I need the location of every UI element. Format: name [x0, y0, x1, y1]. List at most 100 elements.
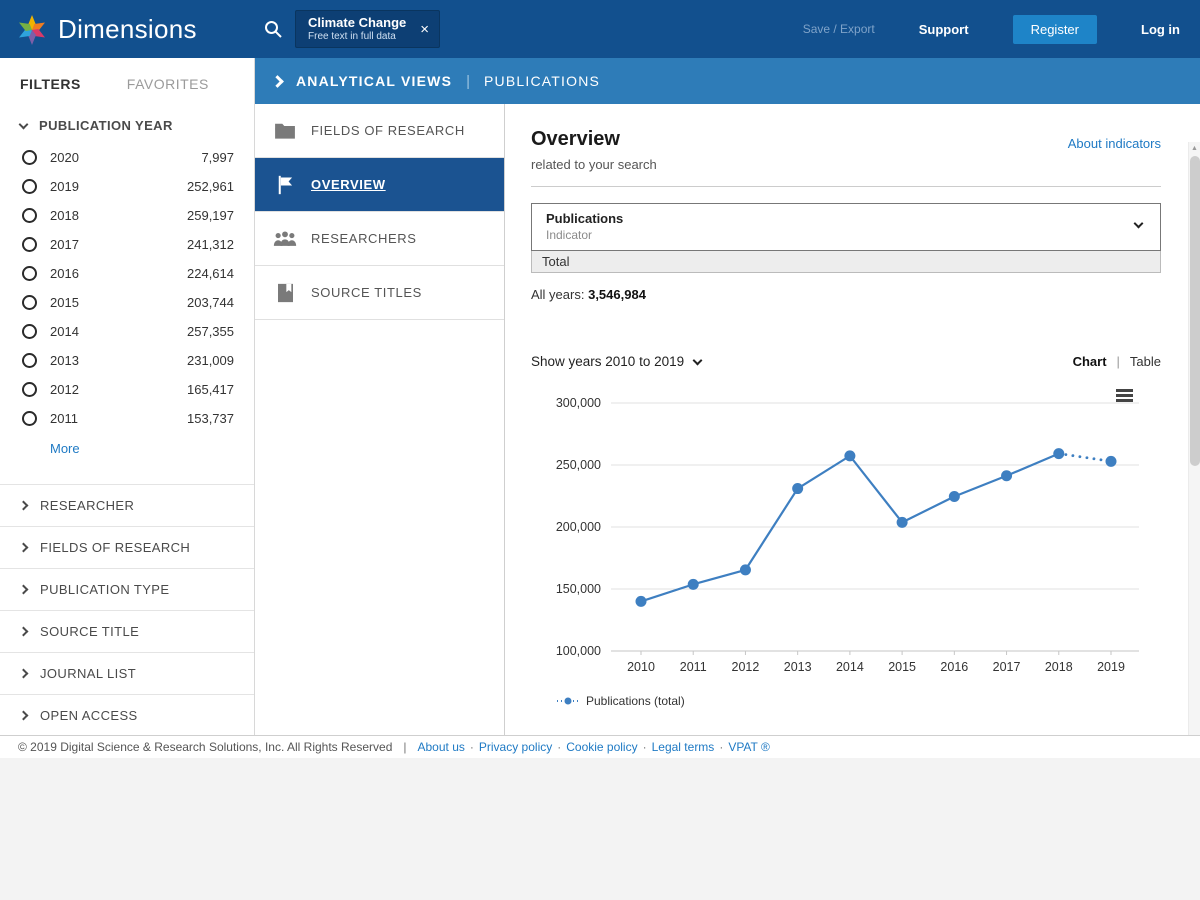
flag-icon	[273, 175, 297, 195]
filter-year-row[interactable]: 2015 203,744	[0, 288, 254, 317]
filter-year-row[interactable]: 2012 165,417	[0, 375, 254, 404]
radio-button-icon[interactable]	[22, 353, 37, 368]
radio-button-icon[interactable]	[22, 179, 37, 194]
brand[interactable]: Dimensions	[0, 11, 255, 47]
publication-year-list: 2020 7,997 2019 252,961 2018 259,197 2017 241,3…	[0, 143, 254, 433]
filter-year-row[interactable]: 2016 224,614	[0, 259, 254, 288]
chevron-down-icon	[692, 355, 703, 365]
indicator-dropdown[interactable]: Publications Indicator	[531, 203, 1161, 251]
filter-section-researcher[interactable]: RESEARCHER	[0, 484, 254, 526]
support-link[interactable]: Support	[919, 22, 969, 37]
year-label: 2014	[50, 324, 79, 339]
svg-text:2019: 2019	[1097, 660, 1125, 674]
toggle-table[interactable]: Table	[1130, 354, 1161, 369]
year-count: 153,737	[187, 411, 234, 426]
tab-favorites[interactable]: FAVORITES	[127, 76, 209, 92]
year-count: 257,355	[187, 324, 234, 339]
views-nav-item-overview[interactable]: OVERVIEW	[255, 158, 504, 212]
tab-filters[interactable]: FILTERS	[20, 76, 81, 92]
scroll-up-arrow[interactable]: ▲	[1189, 142, 1200, 152]
year-label: 2011	[50, 411, 78, 426]
year-count: 241,312	[187, 237, 234, 252]
filter-sections: RESEARCHER FIELDS OF RESEARCH PUBLICATION …	[0, 484, 254, 736]
filter-year-row[interactable]: 2014 257,355	[0, 317, 254, 346]
legend-label: Publications (total)	[586, 694, 685, 708]
filter-year-row[interactable]: 2019 252,961	[0, 172, 254, 201]
radio-button-icon[interactable]	[22, 266, 37, 281]
filters-sidebar: FILTERS FAVORITES PUBLICATION YEAR 2020 7…	[0, 58, 255, 735]
login-link[interactable]: Log in	[1141, 22, 1180, 37]
year-count: 165,417	[187, 382, 234, 397]
book-icon	[273, 283, 297, 303]
filter-year-row[interactable]: 2013 231,009	[0, 346, 254, 375]
search-filter-chip[interactable]: Climate Change Free text in full data ×	[295, 9, 441, 49]
filter-year-row[interactable]: 2020 7,997	[0, 143, 254, 172]
chevron-right-icon	[18, 500, 29, 511]
toggle-chart[interactable]: Chart	[1073, 354, 1107, 369]
register-button[interactable]: Register	[1012, 14, 1097, 44]
svg-text:2013: 2013	[784, 660, 812, 674]
show-years-dropdown[interactable]: Show years 2010 to 2019	[531, 354, 703, 369]
chevron-right-icon[interactable]	[271, 74, 284, 88]
views-nav-item-fields-of-research[interactable]: FIELDS OF RESEARCH	[255, 104, 504, 158]
chevron-right-icon	[18, 710, 29, 721]
publications-subtitle[interactable]: PUBLICATIONS	[484, 73, 600, 89]
year-label: 2015	[50, 295, 79, 310]
footer-link-vpat-[interactable]: VPAT ®	[728, 740, 770, 754]
radio-button-icon[interactable]	[22, 150, 37, 165]
radio-button-icon[interactable]	[22, 411, 37, 426]
filter-section-fields-of-research[interactable]: FIELDS OF RESEARCH	[0, 526, 254, 568]
chevron-right-icon	[18, 584, 29, 595]
save-export-link[interactable]: Save / Export	[803, 22, 875, 36]
svg-text:2016: 2016	[940, 660, 968, 674]
year-label: 2019	[50, 179, 79, 194]
top-bar: Dimensions Climate Change Free text in f…	[0, 0, 1200, 58]
radio-button-icon[interactable]	[22, 295, 37, 310]
chart-legend: Publications (total)	[557, 694, 1161, 708]
filter-section-publication-type[interactable]: PUBLICATION TYPE	[0, 568, 254, 610]
indicator-value: Publications	[546, 211, 624, 226]
svg-text:2015: 2015	[888, 660, 916, 674]
indicator-label: Indicator	[546, 228, 593, 242]
filter-section-publication-year[interactable]: PUBLICATION YEAR	[0, 108, 254, 143]
views-nav: FIELDS OF RESEARCH OVERVIEW RESEARCHERS SOU…	[255, 104, 505, 735]
copyright-text: © 2019 Digital Science & Research Soluti…	[18, 740, 393, 754]
search-icon[interactable]	[263, 19, 283, 39]
radio-button-icon[interactable]	[22, 237, 37, 252]
analytical-views-title: ANALYTICAL VIEWS	[296, 73, 453, 89]
year-count: 259,197	[187, 208, 234, 223]
views-nav-item-researchers[interactable]: RESEARCHERS	[255, 212, 504, 266]
footer-link-cookie-policy[interactable]: Cookie policy	[566, 740, 637, 754]
filter-year-row[interactable]: 2017 241,312	[0, 230, 254, 259]
footer-link-about-us[interactable]: About us	[418, 740, 465, 754]
radio-button-icon[interactable]	[22, 382, 37, 397]
more-years-link[interactable]: More	[0, 433, 254, 470]
about-indicators-link[interactable]: About indicators	[1068, 136, 1161, 151]
page-title: Overview	[531, 128, 620, 150]
svg-text:2018: 2018	[1045, 660, 1073, 674]
footer-link-legal-terms[interactable]: Legal terms	[652, 740, 715, 754]
filter-section-open-access[interactable]: OPEN ACCESS	[0, 694, 254, 736]
year-count: 252,961	[187, 179, 234, 194]
filter-section-journal-list[interactable]: JOURNAL LIST	[0, 652, 254, 694]
legend-marker-icon	[557, 697, 579, 705]
scrollbar[interactable]: ▲	[1188, 142, 1200, 735]
radio-button-icon[interactable]	[22, 324, 37, 339]
indicator-option-total[interactable]: Total	[531, 251, 1161, 273]
filter-section-source-title[interactable]: SOURCE TITLE	[0, 610, 254, 652]
publications-chart: 100,000 150,000 200,000 250,000 300,000 2010 2…	[531, 387, 1161, 692]
filter-year-row[interactable]: 2018 259,197	[0, 201, 254, 230]
page-subtitle: related to your search	[531, 157, 657, 172]
chevron-right-icon	[18, 542, 29, 553]
svg-text:200,000: 200,000	[556, 520, 601, 534]
scrollbar-thumb[interactable]	[1190, 156, 1200, 466]
views-nav-item-source-titles[interactable]: SOURCE TITLES	[255, 266, 504, 320]
svg-text:2012: 2012	[732, 660, 760, 674]
filter-year-row[interactable]: 2011 153,737	[0, 404, 254, 433]
close-icon[interactable]: ×	[420, 21, 429, 38]
chip-query: Climate Change	[308, 14, 407, 30]
chart-menu-icon[interactable]	[1116, 389, 1133, 404]
year-count: 224,614	[187, 266, 234, 281]
radio-button-icon[interactable]	[22, 208, 37, 223]
footer-link-privacy-policy[interactable]: Privacy policy	[479, 740, 552, 754]
